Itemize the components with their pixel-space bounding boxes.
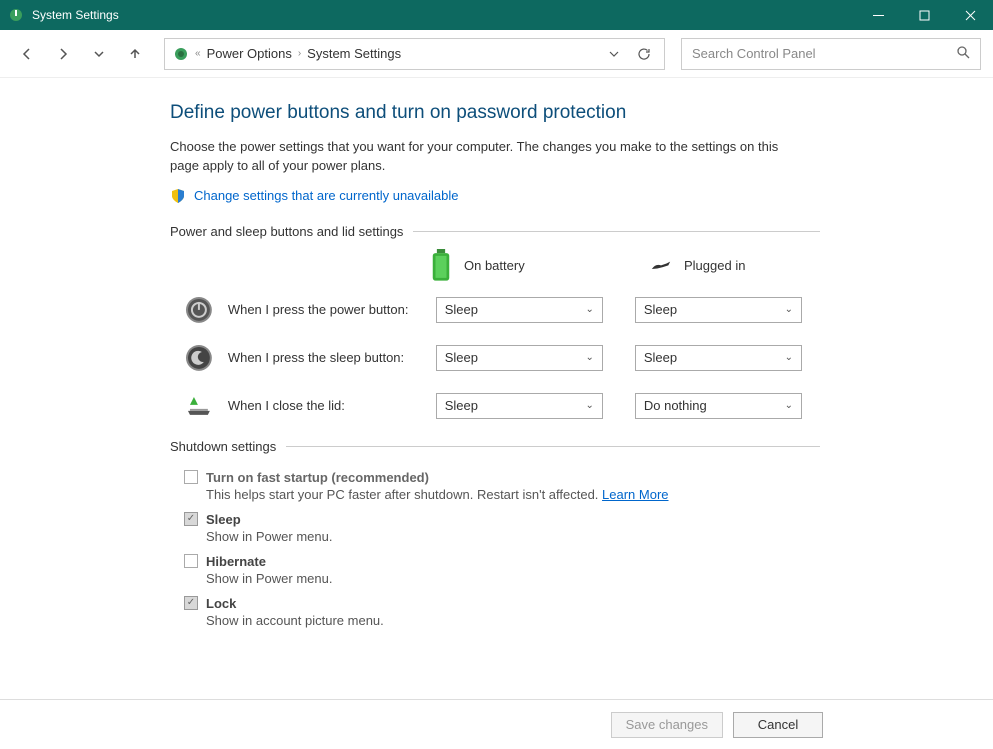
sleep-button-plugged-select[interactable]: Sleep ⌄ [635,345,802,371]
footer: Save changes Cancel [0,699,993,749]
address-dropdown[interactable] [602,42,626,66]
chevron-left-icon: « [195,48,201,59]
address-bar[interactable]: « Power Options › System Settings [164,38,665,70]
fast-startup-desc: This helps start your PC faster after sh… [184,487,820,502]
up-button[interactable] [120,39,150,69]
divider [286,446,820,447]
window-title: System Settings [32,8,119,22]
chevron-down-icon: ⌄ [785,304,793,315]
maximize-button[interactable] [901,0,947,30]
desc-text: This helps start your PC faster after sh… [206,487,602,502]
row-power-button: When I press the power button: Sleep ⌄ S… [170,295,820,325]
section-header-shutdown: Shutdown settings [170,439,820,454]
refresh-button[interactable] [632,42,656,66]
select-value: Sleep [445,302,586,317]
mode-battery-col: On battery [430,255,600,277]
hibernate-label: Hibernate [206,554,266,569]
chevron-down-icon: ⌄ [585,352,593,363]
chevron-down-icon: ⌄ [785,352,793,363]
fast-startup-checkbox[interactable] [184,470,198,484]
shield-icon [170,188,186,204]
change-settings-link[interactable]: Change settings that are currently unava… [194,188,459,203]
hibernate-item: Hibernate Show in Power menu. [184,554,820,586]
main-content: Define power buttons and turn on passwor… [0,78,820,628]
sleep-button-icon [184,343,214,373]
sleep-label: Sleep [206,512,241,527]
lock-item: Lock Show in account picture menu. [184,596,820,628]
row-sleep-button: When I press the sleep button: Sleep ⌄ S… [170,343,820,373]
chevron-down-icon: ⌄ [785,400,793,411]
hibernate-checkbox[interactable] [184,554,198,568]
mode-plugged-col: Plugged in [650,255,820,277]
search-box[interactable] [681,38,981,70]
mode-header-row: On battery Plugged in [170,255,820,277]
divider [413,231,820,232]
search-input[interactable] [692,46,956,61]
save-button[interactable]: Save changes [611,712,723,738]
page-title: Define power buttons and turn on passwor… [170,102,820,124]
chevron-down-icon: ⌄ [585,400,593,411]
back-button[interactable] [12,39,42,69]
recent-dropdown[interactable] [84,39,114,69]
sleep-button-battery-select[interactable]: Sleep ⌄ [436,345,603,371]
lock-label: Lock [206,596,236,611]
sleep-checkbox[interactable] [184,512,198,526]
close-lid-plugged-select[interactable]: Do nothing ⌄ [635,393,802,419]
select-value: Sleep [644,350,785,365]
cancel-button[interactable]: Cancel [733,712,823,738]
lock-desc: Show in account picture menu. [184,613,820,628]
close-lid-battery-select[interactable]: Sleep ⌄ [436,393,603,419]
row-label: When I press the power button: [228,302,422,317]
titlebar: System Settings [0,0,993,30]
location-icon [173,46,189,62]
change-settings-link-row: Change settings that are currently unava… [170,188,820,204]
row-label: When I close the lid: [228,398,422,413]
hibernate-desc: Show in Power menu. [184,571,820,586]
window-controls [855,0,993,30]
minimize-button[interactable] [855,0,901,30]
breadcrumb-item[interactable]: System Settings [307,46,401,61]
page-description: Choose the power settings that you want … [170,138,800,176]
close-button[interactable] [947,0,993,30]
forward-button[interactable] [48,39,78,69]
row-label: When I press the sleep button: [228,350,422,365]
row-close-lid: When I close the lid: Sleep ⌄ Do nothing… [170,391,820,421]
select-value: Sleep [644,302,785,317]
section-header-buttons: Power and sleep buttons and lid settings [170,224,820,239]
select-value: Do nothing [644,398,785,413]
sleep-item: Sleep Show in Power menu. [184,512,820,544]
lock-checkbox[interactable] [184,596,198,610]
section-label: Shutdown settings [170,439,276,454]
chevron-right-icon: › [298,48,301,59]
select-value: Sleep [445,350,586,365]
shutdown-section: Shutdown settings Turn on fast startup (… [170,439,820,628]
app-icon [8,7,24,23]
navbar: « Power Options › System Settings [0,30,993,78]
section-label: Power and sleep buttons and lid settings [170,224,403,239]
breadcrumb-item[interactable]: Power Options [207,46,292,61]
chevron-down-icon: ⌄ [585,304,593,315]
select-value: Sleep [445,398,586,413]
search-icon[interactable] [956,45,970,62]
fast-startup-item: Turn on fast startup (recommended) This … [184,470,820,502]
power-button-icon [184,295,214,325]
mode-plugged-label: Plugged in [684,258,745,273]
fast-startup-label: Turn on fast startup (recommended) [206,470,429,485]
learn-more-link[interactable]: Learn More [602,487,668,502]
sleep-desc: Show in Power menu. [184,529,820,544]
plug-icon [650,255,672,277]
mode-battery-label: On battery [464,258,525,273]
battery-icon [430,255,452,277]
laptop-lid-icon [184,391,214,421]
power-button-plugged-select[interactable]: Sleep ⌄ [635,297,802,323]
power-button-battery-select[interactable]: Sleep ⌄ [436,297,603,323]
